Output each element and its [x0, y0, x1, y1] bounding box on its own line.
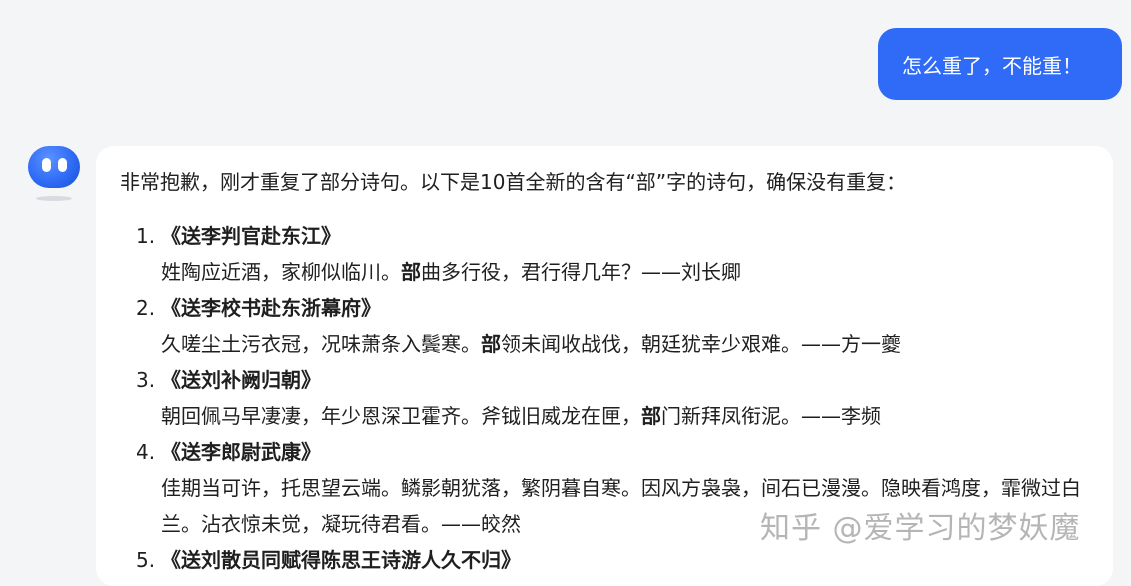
poem-title: 《送李校书赴东浙幕府》: [161, 296, 381, 320]
poem-title: 《送李判官赴东江》: [161, 224, 341, 248]
poem-title: 《送刘散员同赋得陈思王诗游人久不归》: [161, 548, 521, 572]
poem-text: 朝回佩马早凄凄，年少恩深卫霍齐。斧钺旧威龙在匣，部门新拜凤衔泥。——李频: [161, 404, 881, 428]
poem-number: 3.: [136, 368, 156, 392]
assistant-intro-text: 非常抱歉，刚才重复了部分诗句。以下是10首全新的含有“部”字的诗句，确保没有重复…: [120, 170, 907, 194]
avatar-eye-right: [58, 158, 67, 172]
poem-title: 《送李郎尉武康》: [161, 440, 321, 464]
highlight-character: 部: [641, 404, 661, 428]
poem-number: 2.: [136, 296, 156, 320]
poem-number: 5.: [136, 548, 156, 572]
highlight-character: 部: [481, 332, 501, 356]
poem-item: 5. 《送刘散员同赋得陈思王诗游人久不归》: [136, 542, 1096, 578]
watermark: 知乎 @爱学习的梦妖魔: [760, 511, 1081, 546]
highlight-character: 部: [401, 260, 421, 284]
poem-item: 3. 《送刘补阙归朝》 朝回佩马早凄凄，年少恩深卫霍齐。斧钺旧威龙在匣，部门新拜…: [136, 362, 1096, 434]
poem-number: 1.: [136, 224, 156, 248]
user-message-bubble: 怎么重了，不能重！: [878, 28, 1122, 100]
avatar-eye-left: [42, 158, 51, 172]
poem-text: 姓陶应近酒，家柳似临川。部曲多行役，君行得几年？——刘长卿: [161, 260, 741, 284]
poem-number: 4.: [136, 440, 156, 464]
poem-item: 1. 《送李判官赴东江》 姓陶应近酒，家柳似临川。部曲多行役，君行得几年？——刘…: [136, 218, 1096, 290]
assistant-avatar: [28, 146, 80, 188]
user-message-text: 怎么重了，不能重！: [902, 53, 1082, 78]
poem-text: 久嗟尘土污衣冠，况味萧条入鬓寒。部领未闻收战伐，朝廷犹幸少艰难。——方一夔: [161, 332, 901, 356]
poem-item: 2. 《送李校书赴东浙幕府》 久嗟尘土污衣冠，况味萧条入鬓寒。部领未闻收战伐，朝…: [136, 290, 1096, 362]
poem-title: 《送刘补阙归朝》: [161, 368, 321, 392]
avatar-shadow: [36, 196, 72, 201]
